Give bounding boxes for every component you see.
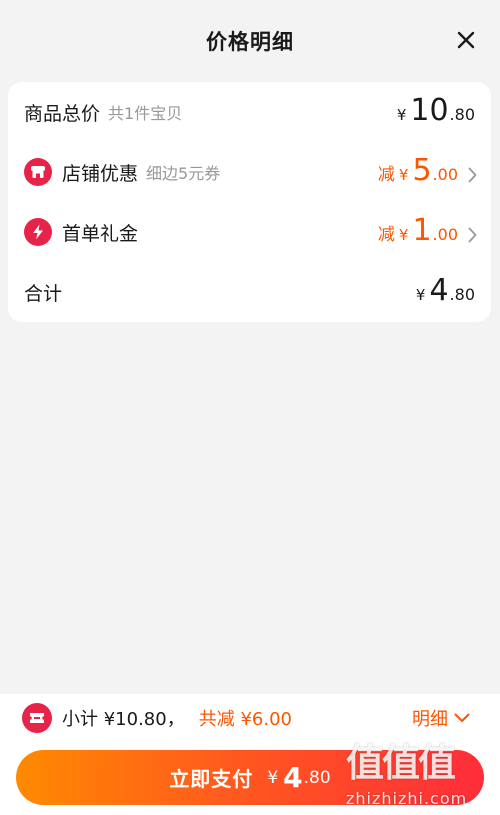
first-order-gift-label: 首单礼金 [62,222,139,245]
close-button[interactable] [454,28,478,52]
item-count: 共1件宝贝 [108,104,183,123]
yen-sign: ¥ [398,226,409,244]
watermark-url: zhizhizhi.com [346,789,468,808]
total-sum-label: 合计 [24,282,63,305]
total-price-label: 商品总价 [24,102,101,125]
amount-decimal: .80 [449,285,475,304]
row-first-order-gift[interactable]: 首单礼金 减 ¥ 1 .00 [8,202,491,262]
shop-icon [24,158,52,186]
amount-integer: 1 [412,213,432,248]
watermark-logo: 值值值 [346,740,456,785]
detail-toggle[interactable]: 明细 [412,702,470,734]
amount-integer: 10 [410,93,449,128]
coupon-name: 细边5元券 [146,164,221,183]
amount-decimal: .00 [432,225,458,244]
minus-label: 减 [377,225,395,245]
chevron-down-icon [454,713,470,722]
shop-discount-amount: 减 ¥ 5 .00 [378,142,477,202]
lightning-icon [24,218,52,246]
pay-button-label: 立即支付 [169,767,254,791]
chevron-right-icon [468,227,477,243]
close-icon [457,31,475,49]
total-sum-amount: ¥ 4 .80 [416,262,475,322]
row-total-price: 商品总价 共1件宝贝 ¥ 10 .80 [8,82,491,142]
amount-integer: 5 [412,153,432,188]
shop-discount-label: 店铺优惠 [62,162,139,185]
yen-sign: ¥ [415,286,426,304]
price-summary: 小计 ¥10.80， 共减 ¥6.00 明细 [22,702,482,734]
amount-integer: 4 [429,273,449,308]
yen-sign: ¥ [396,106,407,124]
total-price-amount: ¥ 10 .80 [397,82,475,142]
chevron-right-icon [468,167,477,183]
page-title: 价格明细 [206,30,294,54]
row-shop-discount[interactable]: 店铺优惠 细边5元券 减 ¥ 5 .00 [8,142,491,202]
header: 价格明细 [0,0,500,82]
watermark: 值值值 zhizhizhi.com [346,732,496,812]
yen-sign: ¥ [398,166,409,184]
price-card: 商品总价 共1件宝贝 ¥ 10 .80 店铺优惠 细边5元券 减 ¥ 5 .00 [8,82,491,322]
yen-sign: ¥ [267,767,279,788]
minus-label: 减 [377,165,395,185]
amount-decimal: .00 [432,165,458,184]
subtotal-text: 小计 ¥10.80， [62,709,185,730]
ticket-icon [22,703,52,733]
detail-label: 明细 [412,709,448,730]
total-saved-text: 共减 ¥6.00 [198,709,292,730]
amount-decimal: .80 [449,105,475,124]
amount-decimal: .80 [303,767,331,788]
first-order-gift-amount: 减 ¥ 1 .00 [378,202,477,262]
row-total-sum: 合计 ¥ 4 .80 [8,262,491,322]
amount-integer: 4 [283,761,303,794]
